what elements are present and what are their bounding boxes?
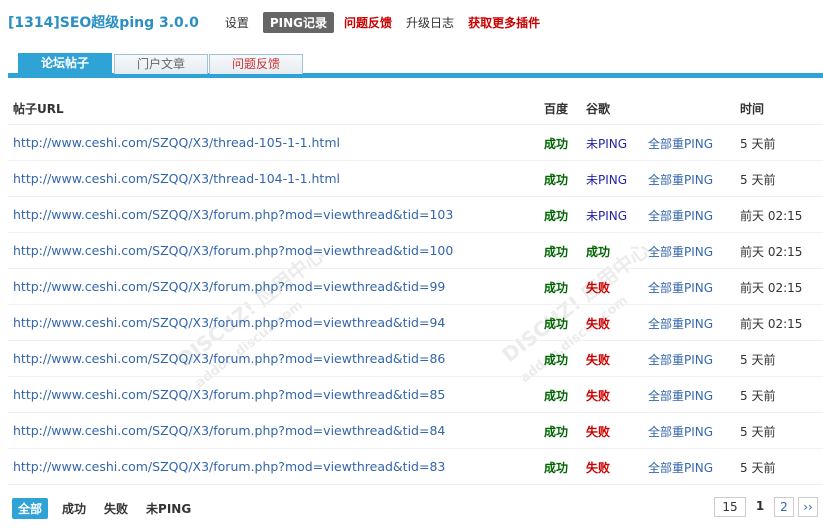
ping-time: 5 天前 xyxy=(740,425,776,439)
tab-portal-articles[interactable]: 门户文章 xyxy=(114,54,208,74)
ping-time: 前天 02:15 xyxy=(740,209,803,223)
filter-bar: 全部 成功 失败 未PING xyxy=(12,497,209,519)
table-row: http://www.ceshi.com/SZQQ/X3/forum.php?m… xyxy=(8,413,823,449)
tab-feedback[interactable]: 问题反馈 xyxy=(209,54,303,74)
post-url-link[interactable]: http://www.ceshi.com/SZQQ/X3/forum.php?m… xyxy=(13,243,453,258)
nav-ping-records[interactable]: PING记录 xyxy=(262,11,335,33)
filter-not-pinged[interactable]: 未PING xyxy=(146,500,191,517)
nav-settings[interactable]: 设置 xyxy=(225,12,249,33)
app-title: [1314]SEO超级ping 3.0.0 xyxy=(8,15,199,31)
pagination: 15 1 2 ›› xyxy=(710,497,818,517)
baidu-status: 成功 xyxy=(544,137,569,151)
table-row: http://www.ceshi.com/SZQQ/X3/forum.php?m… xyxy=(8,269,823,305)
reping-all-link[interactable]: 全部重PING xyxy=(648,459,713,476)
baidu-status: 成功 xyxy=(544,389,569,403)
baidu-status: 成功 xyxy=(544,209,569,223)
filter-all[interactable]: 全部 xyxy=(12,497,49,519)
baidu-status: 成功 xyxy=(544,425,569,439)
google-status: 失败 xyxy=(586,353,611,367)
filter-fail[interactable]: 失败 xyxy=(104,500,128,517)
ping-time: 前天 02:15 xyxy=(740,281,803,295)
google-status: 失败 xyxy=(586,389,611,403)
baidu-status: 成功 xyxy=(544,245,569,259)
reping-all-link[interactable]: 全部重PING xyxy=(648,207,713,224)
pager-next-button[interactable]: ›› xyxy=(798,497,818,517)
baidu-status: 成功 xyxy=(544,353,569,367)
pager-current-page: 1 xyxy=(755,499,765,513)
ping-time: 5 天前 xyxy=(740,389,776,403)
post-url-link[interactable]: http://www.ceshi.com/SZQQ/X3/forum.php?m… xyxy=(13,315,445,330)
reping-all-link[interactable]: 全部重PING xyxy=(648,243,713,260)
column-header-baidu: 百度 xyxy=(544,102,569,116)
column-header-google: 谷歌 xyxy=(586,102,611,116)
header: [1314]SEO超级ping 3.0.0 设置 PING记录 问题反馈 升级日… xyxy=(8,10,554,34)
table-header: 帖子URL 百度 谷歌 时间 xyxy=(8,89,823,125)
ping-time: 5 天前 xyxy=(740,173,776,187)
reping-all-link[interactable]: 全部重PING xyxy=(648,135,713,152)
table-row: http://www.ceshi.com/SZQQ/X3/thread-105-… xyxy=(8,125,823,161)
reping-all-link[interactable]: 全部重PING xyxy=(648,351,713,368)
ping-time: 5 天前 xyxy=(740,461,776,475)
post-url-link[interactable]: http://www.ceshi.com/SZQQ/X3/forum.php?m… xyxy=(13,387,445,402)
pager-total: 15 xyxy=(714,497,746,517)
table-row: http://www.ceshi.com/SZQQ/X3/forum.php?m… xyxy=(8,341,823,377)
post-url-link[interactable]: http://www.ceshi.com/SZQQ/X3/thread-104-… xyxy=(13,171,340,186)
column-header-url: 帖子URL xyxy=(13,102,64,116)
google-status: 成功 xyxy=(586,245,611,259)
google-status: 失败 xyxy=(586,281,611,295)
post-url-link[interactable]: http://www.ceshi.com/SZQQ/X3/forum.php?m… xyxy=(13,279,445,294)
nav-feedback[interactable]: 问题反馈 xyxy=(344,12,392,33)
reping-all-link[interactable]: 全部重PING xyxy=(648,315,713,332)
post-url-link[interactable]: http://www.ceshi.com/SZQQ/X3/forum.php?m… xyxy=(13,423,445,438)
baidu-status: 成功 xyxy=(544,281,569,295)
reping-all-link[interactable]: 全部重PING xyxy=(648,171,713,188)
table-row: http://www.ceshi.com/SZQQ/X3/forum.php?m… xyxy=(8,377,823,413)
google-status: 未PING xyxy=(586,209,628,223)
pager-page-2[interactable]: 2 xyxy=(774,497,794,517)
ping-time: 前天 02:15 xyxy=(740,245,803,259)
baidu-status: 成功 xyxy=(544,317,569,331)
reping-all-link[interactable]: 全部重PING xyxy=(648,387,713,404)
column-header-time: 时间 xyxy=(740,102,765,116)
table-row: http://www.ceshi.com/SZQQ/X3/forum.php?m… xyxy=(8,305,823,341)
baidu-status: 成功 xyxy=(544,461,569,475)
filter-success[interactable]: 成功 xyxy=(62,500,86,517)
ping-time: 5 天前 xyxy=(740,353,776,367)
google-status: 失败 xyxy=(586,317,611,331)
post-url-link[interactable]: http://www.ceshi.com/SZQQ/X3/thread-105-… xyxy=(13,135,340,150)
table-row: http://www.ceshi.com/SZQQ/X3/forum.php?m… xyxy=(8,233,823,269)
ping-time: 前天 02:15 xyxy=(740,317,803,331)
tab-forum-posts[interactable]: 论坛帖子 xyxy=(18,53,112,74)
baidu-status: 成功 xyxy=(544,173,569,187)
nav-changelog[interactable]: 升级日志 xyxy=(406,12,454,33)
ping-time: 5 天前 xyxy=(740,137,776,151)
nav-more-plugins[interactable]: 获取更多插件 xyxy=(468,12,540,33)
reping-all-link[interactable]: 全部重PING xyxy=(648,423,713,440)
post-url-link[interactable]: http://www.ceshi.com/SZQQ/X3/forum.php?m… xyxy=(13,351,445,366)
post-url-link[interactable]: http://www.ceshi.com/SZQQ/X3/forum.php?m… xyxy=(13,207,453,222)
tab-bar: 论坛帖子 门户文章 问题反馈 xyxy=(0,52,823,79)
table-row: http://www.ceshi.com/SZQQ/X3/forum.php?m… xyxy=(8,197,823,233)
google-status: 失败 xyxy=(586,461,611,475)
google-status: 失败 xyxy=(586,425,611,439)
reping-all-link[interactable]: 全部重PING xyxy=(648,279,713,296)
table-row: http://www.ceshi.com/SZQQ/X3/forum.php?m… xyxy=(8,449,823,485)
google-status: 未PING xyxy=(586,137,628,151)
google-status: 未PING xyxy=(586,173,628,187)
table-row: http://www.ceshi.com/SZQQ/X3/thread-104-… xyxy=(8,161,823,197)
post-url-link[interactable]: http://www.ceshi.com/SZQQ/X3/forum.php?m… xyxy=(13,459,445,474)
